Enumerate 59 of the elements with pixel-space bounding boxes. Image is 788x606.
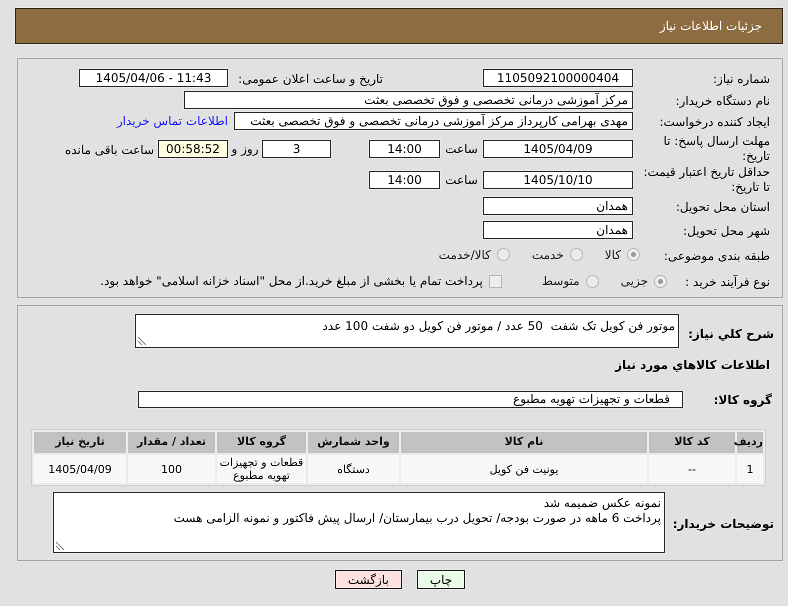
field-label: شرح کلي نیاز: — [688, 327, 774, 341]
text-field[interactable]: 1405/04/09 — [483, 140, 633, 158]
resize-handle-icon[interactable] — [56, 542, 64, 550]
text-field[interactable]: مرکز آموزشی درمانی تخصصی و فوق تخصصی بعثت — [184, 90, 633, 108]
buyer-notes-field[interactable]: نمونه عکس ضمیمه شد پرداخت 6 ماهه در صورت بودجه/ تحویل درب بیمارستان/ ارسال پیش فاکتور و نمونه الزامی هست — [53, 492, 665, 553]
text-field[interactable]: 1405/10/10 — [483, 170, 633, 188]
field-label: ساعت باقی مانده — [64, 142, 154, 156]
text-field[interactable]: 14:00 — [369, 170, 440, 188]
field-label: ایجاد کننده درخواست: — [659, 115, 770, 129]
text-field[interactable]: همدان — [483, 197, 633, 215]
resize-handle-icon[interactable] — [138, 337, 146, 345]
header-title: جزئیات اطلاعات نیاز — [660, 18, 762, 35]
field-label: استان محل تحویل: — [676, 200, 770, 214]
field-label: تاریخ و ساعت اعلان عمومی: — [238, 72, 383, 86]
section-title: اطلاعات کالاهاي مورد نیاز — [615, 358, 770, 372]
text-field[interactable]: 00:58:52 — [158, 140, 228, 158]
field-label: مهلت ارسال پاسخ: تا تاریخ: — [662, 134, 770, 164]
field-label: گروه کالا: — [714, 393, 772, 407]
radio-label: کالا/خدمت — [438, 246, 491, 264]
table-cell: 1405/04/09 — [34, 455, 126, 483]
table-header-cell: تعداد / مقدار — [128, 432, 215, 453]
field-label: نوع فرآیند خرید : — [685, 275, 770, 289]
table-header-cell: کد کالا — [649, 432, 735, 453]
buyer-contact-link[interactable]: اطلاعات تماس خریدار — [116, 112, 228, 130]
field-label: ساعت — [445, 172, 478, 188]
print-button[interactable]: چاپ — [416, 570, 466, 589]
field-label: شهر محل تحویل: — [683, 224, 770, 238]
field-label: روز و — [232, 140, 258, 158]
table-header-cell: گروه کالا — [217, 432, 306, 453]
field-label: حداقل تاریخ اعتبار قیمت: تا تاریخ: — [642, 164, 770, 194]
table-cell: یونیت فن کویل — [401, 455, 647, 483]
radio-label: خدمت — [532, 246, 564, 264]
text-field[interactable]: 3 — [262, 140, 331, 158]
table-cell: قطعات و تجهیزات تهویه مطبوع — [217, 455, 306, 483]
table-header-cell: تاریخ نیاز — [34, 432, 126, 453]
field-label: توضیحات خریدار: — [672, 516, 774, 530]
radio-label: کالا — [604, 246, 621, 264]
table-header-cell: واحد شمارش — [308, 432, 399, 453]
field-label: طبقه بندی موضوعی: — [664, 248, 770, 262]
text-field[interactable]: 1105092100000404 — [483, 68, 633, 86]
table-cell: دستگاه — [308, 455, 399, 483]
field-label: نام دستگاه خریدار: — [676, 94, 770, 108]
checkbox-label: پرداخت تمام یا بخشی از مبلغ خرید.از محل "اسناد خزانه اسلامی" خواهد بود. — [100, 273, 483, 290]
table-cell: 1 — [737, 455, 763, 483]
field-label: ساعت — [445, 140, 478, 158]
table-cell: 100 — [128, 455, 215, 483]
field-label: شماره نیاز: — [713, 72, 770, 86]
text-field[interactable]: 1405/04/06 - 11:43 — [79, 68, 228, 86]
text-field[interactable]: همدان — [483, 220, 633, 238]
text-field[interactable]: مهدی بهرامی کارپرداز مرکز آموزشی درمانی تخصصی و فوق تخصصی بعثت — [234, 112, 633, 130]
text-field[interactable]: 14:00 — [369, 140, 440, 158]
table-cell: -- — [649, 455, 735, 483]
table-header-cell: نام کالا — [401, 432, 647, 453]
table-header-cell: ردیف — [737, 432, 763, 453]
goods-group-field[interactable]: قطعات و تجهیزات تهویه مطبوع — [138, 390, 683, 408]
back-button[interactable]: بازگشت — [334, 570, 402, 589]
radio-label: جزیی — [620, 273, 648, 290]
description-field[interactable]: موتور فن کویل تک شفت 50 عدد / موتور فن کویل دو شفت 100 عدد — [135, 314, 679, 348]
radio-label: متوسط — [542, 273, 580, 290]
